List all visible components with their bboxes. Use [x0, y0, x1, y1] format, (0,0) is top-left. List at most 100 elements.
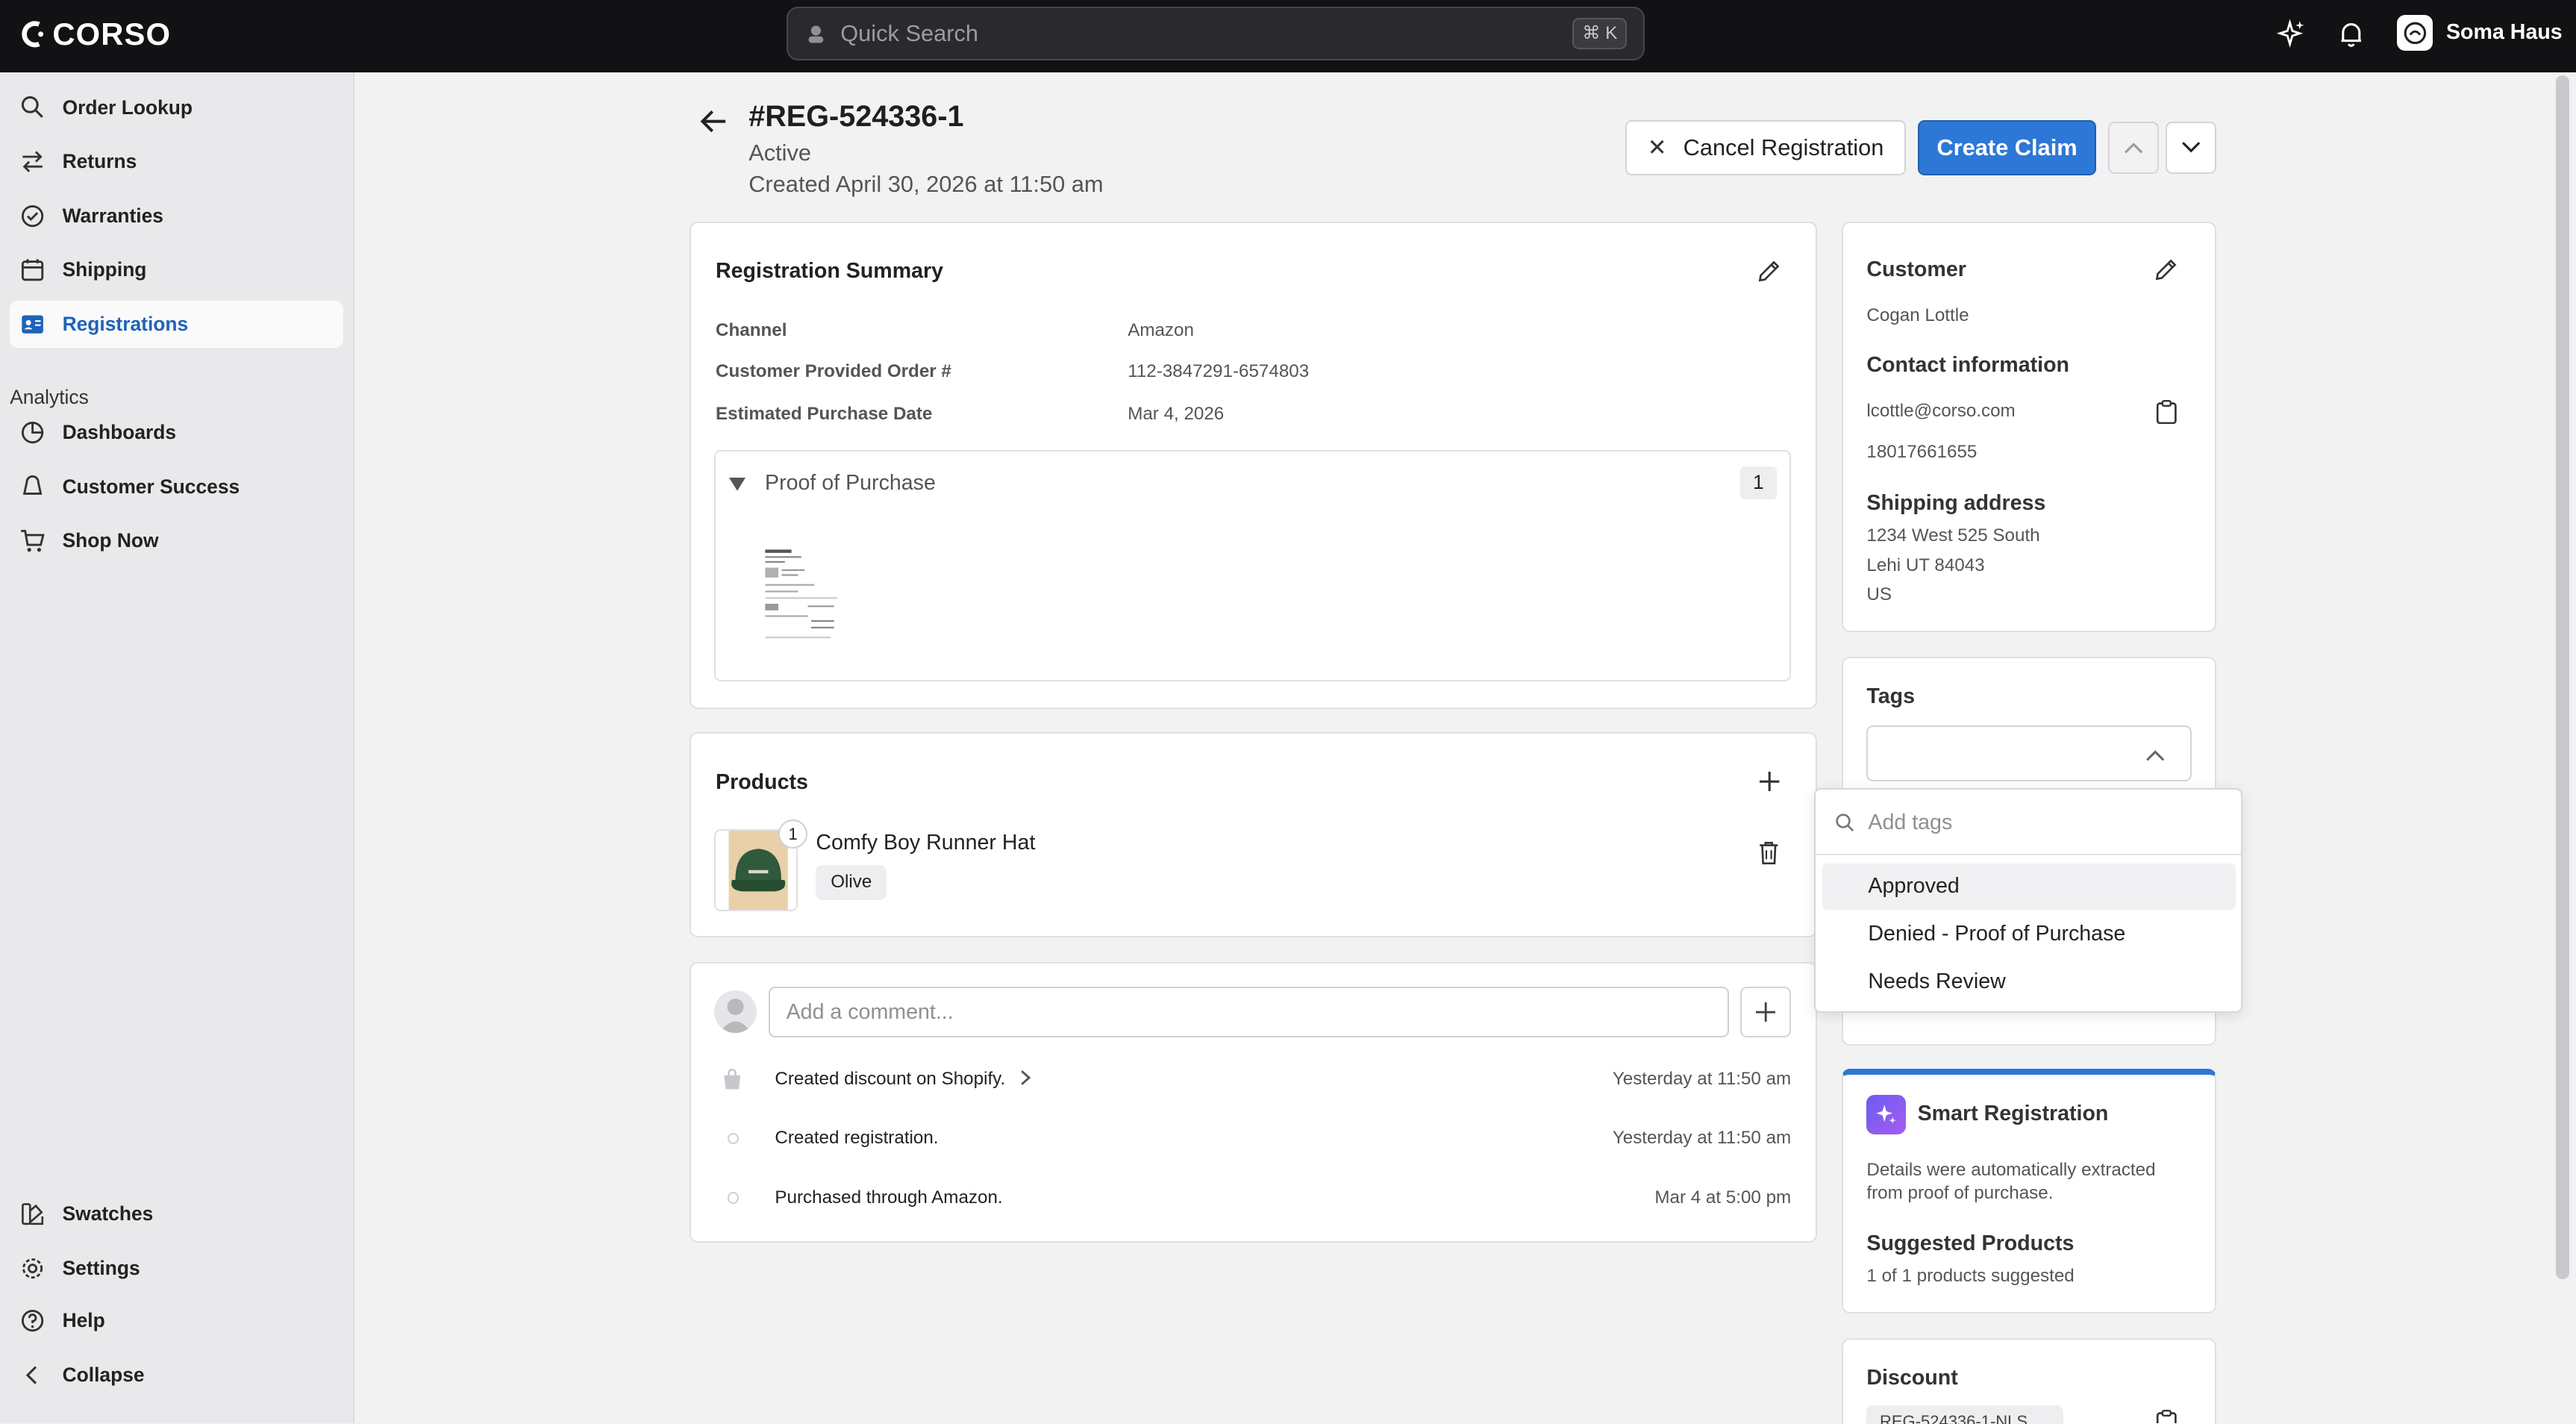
created-date: Created April 30, 2026 at 11:50 am — [748, 170, 1104, 197]
comment-input[interactable] — [768, 987, 1729, 1038]
cancel-registration-button[interactable]: ✕ Cancel Registration — [1625, 119, 1907, 176]
brand-name: CORSO — [52, 16, 172, 51]
customer-phone[interactable]: 18017661655 — [1866, 442, 1977, 463]
next-record-button[interactable] — [2165, 121, 2216, 175]
activity-event-time: Yesterday at 11:50 am — [1612, 1069, 1792, 1090]
sidebar-item-label: Registrations — [62, 312, 189, 335]
sparkle-badge-icon — [1866, 1095, 1907, 1135]
search-placeholder: Quick Search — [840, 20, 979, 47]
back-arrow-icon[interactable] — [699, 108, 729, 134]
quick-search[interactable]: Quick Search ⌘ K — [786, 6, 1645, 61]
activity-event-text: Purchased through Amazon. — [775, 1187, 1003, 1208]
caret-down-icon[interactable] — [728, 477, 745, 491]
activity-event-text[interactable]: Created discount on Shopify. — [775, 1069, 1031, 1090]
summary-row-label: Customer Provided Order # — [716, 360, 951, 381]
chevron-up-icon — [2124, 143, 2142, 154]
bell-icon[interactable] — [2336, 19, 2366, 49]
sidebar-item-label: Customer Success — [62, 475, 240, 498]
sidebar-item-shop-now[interactable]: Shop Now — [10, 517, 343, 565]
add-product-icon[interactable] — [1760, 771, 1780, 792]
sidebar-item-label: Help — [62, 1309, 105, 1332]
sidebar-item-label: Warranties — [62, 204, 163, 227]
corso-logo[interactable]: CORSO — [19, 16, 171, 52]
customer-name[interactable]: Cogan Lottle — [1866, 305, 1969, 326]
user-menu[interactable]: Soma Haus — [2397, 14, 2563, 51]
tags-select[interactable] — [1866, 725, 2192, 782]
summary-row-label: Channel — [716, 319, 787, 340]
sidebar-item-label: Swatches — [62, 1202, 154, 1225]
tags-title: Tags — [1866, 684, 1916, 709]
sidebar-item-settings[interactable]: Settings — [10, 1245, 343, 1293]
sidebar-item-customer-success[interactable]: Customer Success — [10, 463, 343, 510]
user-avatar — [714, 990, 757, 1033]
activity-event-text: Created registration. — [775, 1128, 939, 1149]
clipboard-icon[interactable] — [2156, 1409, 2178, 1424]
sidebar-item-label: Dashboards — [62, 421, 177, 444]
receipt-thumbnail[interactable] — [761, 546, 841, 649]
user-name: Soma Haus — [2445, 20, 2563, 45]
smart-registration-title: Smart Registration — [1917, 1102, 2109, 1126]
timeline-dot — [727, 1192, 739, 1204]
bell-icon — [23, 475, 43, 495]
sidebar-item-returns[interactable]: Returns — [10, 138, 343, 186]
calendar-icon — [22, 259, 44, 281]
sidebar-item-dashboards[interactable]: Dashboards — [10, 409, 343, 457]
cart-icon — [21, 530, 46, 552]
card-title: Registration Summary — [716, 259, 944, 284]
add-comment-button[interactable] — [1740, 987, 1792, 1038]
check-badge-icon — [22, 204, 44, 227]
id-card-icon — [22, 315, 44, 334]
chevron-right-icon — [1021, 1070, 1031, 1086]
product-name[interactable]: Comfy Boy Runner Hat — [816, 831, 1035, 855]
tag-option-denied-proof-of-purchase[interactable]: Denied - Proof of Purchase — [1822, 911, 2236, 958]
sparkles-icon[interactable] — [2277, 19, 2307, 49]
close-icon: ✕ — [1647, 134, 1667, 160]
previous-record-button[interactable] — [2107, 121, 2159, 175]
pie-chart-icon — [22, 422, 44, 444]
sidebar-item-warranties[interactable]: Warranties — [10, 192, 343, 240]
page-title: #REG-524336-1 — [748, 100, 964, 134]
discount-title: Discount — [1866, 1366, 1958, 1390]
sidebar-item-swatches[interactable]: Swatches — [10, 1190, 343, 1238]
page-scrollbar[interactable] — [2556, 75, 2569, 1279]
activity-event-label: Created discount on Shopify. — [775, 1069, 1006, 1090]
sidebar-item-label: Returns — [62, 150, 137, 173]
trash-icon[interactable] — [1758, 840, 1780, 865]
sidebar-item-label: Settings — [62, 1256, 140, 1279]
sidebar-item-order-lookup[interactable]: Order Lookup — [10, 84, 343, 131]
proof-count-badge: 1 — [1740, 466, 1777, 499]
sparkles-icon — [1876, 1105, 1896, 1124]
sidebar-item-registrations[interactable]: Registrations — [10, 300, 343, 349]
proof-of-purchase-section: Proof of Purchase 1 — [714, 449, 1792, 681]
tags-dropdown: Approved Denied - Proof of Purchase Need… — [1814, 788, 2243, 1014]
discount-code-chip[interactable]: REG-524336-1-NLS — [1866, 1405, 2064, 1424]
contact-title: Contact information — [1866, 353, 2070, 377]
tag-search-input[interactable] — [1868, 806, 2197, 839]
suggested-products-title: Suggested Products — [1866, 1231, 2075, 1255]
shipping-title: Shipping address — [1866, 490, 2046, 515]
tag-option-approved[interactable]: Approved — [1822, 864, 2236, 910]
card-title: Products — [716, 769, 808, 794]
help-icon — [22, 1310, 44, 1332]
search-user-icon — [808, 25, 824, 43]
top-bar: CORSO Quick Search ⌘ K Soma Haus — [0, 0, 2576, 72]
proof-of-purchase-label[interactable]: Proof of Purchase — [765, 471, 936, 496]
sidebar-item-collapse[interactable]: Collapse — [10, 1352, 343, 1399]
edit-pencil-icon[interactable] — [1757, 259, 1781, 284]
smart-registration-description: Details were automatically extracted fro… — [1866, 1160, 2156, 1203]
clipboard-icon[interactable] — [2156, 399, 2178, 424]
create-claim-button[interactable]: Create Claim — [1917, 119, 2097, 176]
tag-option-needs-review[interactable]: Needs Review — [1822, 959, 2236, 1005]
sidebar-item-label: Collapse — [62, 1363, 145, 1386]
sidebar-item-help[interactable]: Help — [10, 1297, 343, 1345]
customer-title: Customer — [1866, 257, 1966, 282]
chevron-up-icon — [2146, 750, 2165, 761]
search-icon — [22, 96, 44, 119]
address-line: Lehi UT 84043 — [1866, 555, 1985, 575]
suggested-products-text: 1 of 1 products suggested — [1866, 1266, 2075, 1287]
workspace-avatar — [2397, 14, 2433, 51]
sidebar-item-shipping[interactable]: Shipping — [10, 246, 343, 294]
edit-pencil-icon[interactable] — [2154, 257, 2178, 282]
workspace-logo-icon — [2404, 22, 2426, 44]
customer-email[interactable]: lcottle@corso.com — [1866, 401, 2015, 422]
